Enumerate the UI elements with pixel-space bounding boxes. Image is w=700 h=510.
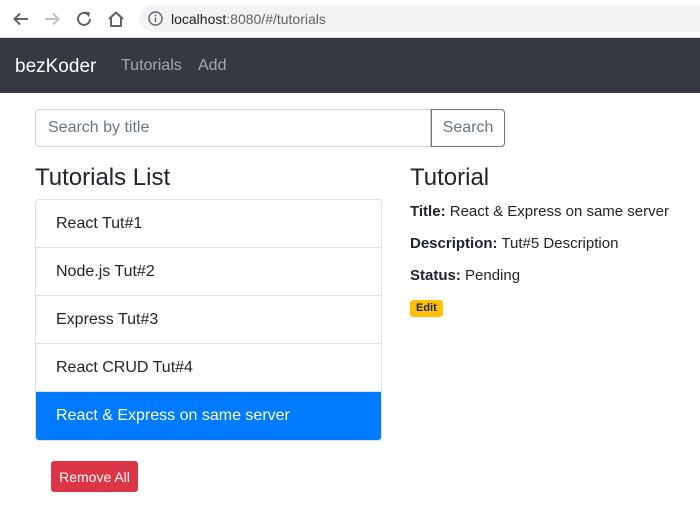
home-icon[interactable] — [104, 7, 128, 31]
remove-all-button[interactable]: Remove All — [51, 461, 138, 492]
nav-link-add[interactable]: Add — [198, 57, 226, 75]
tutorials-list-title: Tutorials List — [35, 164, 171, 191]
reload-icon[interactable] — [72, 7, 96, 31]
nav-link-tutorials[interactable]: Tutorials — [121, 57, 182, 75]
list-item[interactable]: React Tut#1 — [36, 200, 381, 248]
app-navbar: bezKoder Tutorials Add — [0, 38, 700, 93]
browser-toolbar: localhost:8080/#/tutorials — [0, 0, 700, 38]
tutorial-detail-title: Tutorial — [410, 164, 490, 191]
detail-title-value: React & Express on same server — [449, 203, 669, 220]
detail-description-row: Description: Tut#5 Description — [410, 235, 618, 252]
list-item[interactable]: React & Express on same server — [36, 392, 381, 440]
address-bar[interactable]: localhost:8080/#/tutorials — [139, 5, 700, 32]
search-button[interactable]: Search — [431, 109, 505, 147]
detail-description-label: Description: — [410, 235, 498, 252]
info-icon[interactable] — [148, 11, 163, 26]
brand-link[interactable]: bezKoder — [15, 56, 96, 78]
detail-description-value: Tut#5 Description — [501, 235, 619, 252]
search-input[interactable] — [35, 109, 431, 147]
detail-status-value: Pending — [465, 267, 521, 284]
detail-status-label: Status: — [410, 267, 461, 284]
detail-title-label: Title: — [410, 203, 446, 220]
url-text: localhost:8080/#/tutorials — [171, 11, 326, 27]
back-arrow-icon[interactable] — [9, 7, 33, 31]
list-item[interactable]: Express Tut#3 — [36, 296, 381, 344]
list-item[interactable]: React CRUD Tut#4 — [36, 344, 381, 392]
forward-arrow-icon[interactable] — [40, 7, 64, 31]
tutorials-list: React Tut#1 Node.js Tut#2 Express Tut#3 … — [35, 199, 382, 441]
url-host: localhost — [171, 11, 227, 27]
detail-status-row: Status: Pending — [410, 267, 520, 284]
url-path: :8080/#/tutorials — [226, 11, 326, 27]
edit-badge[interactable]: Edit — [410, 300, 443, 317]
list-item[interactable]: Node.js Tut#2 — [36, 248, 381, 296]
detail-title-row: Title: React & Express on same server — [410, 203, 669, 220]
